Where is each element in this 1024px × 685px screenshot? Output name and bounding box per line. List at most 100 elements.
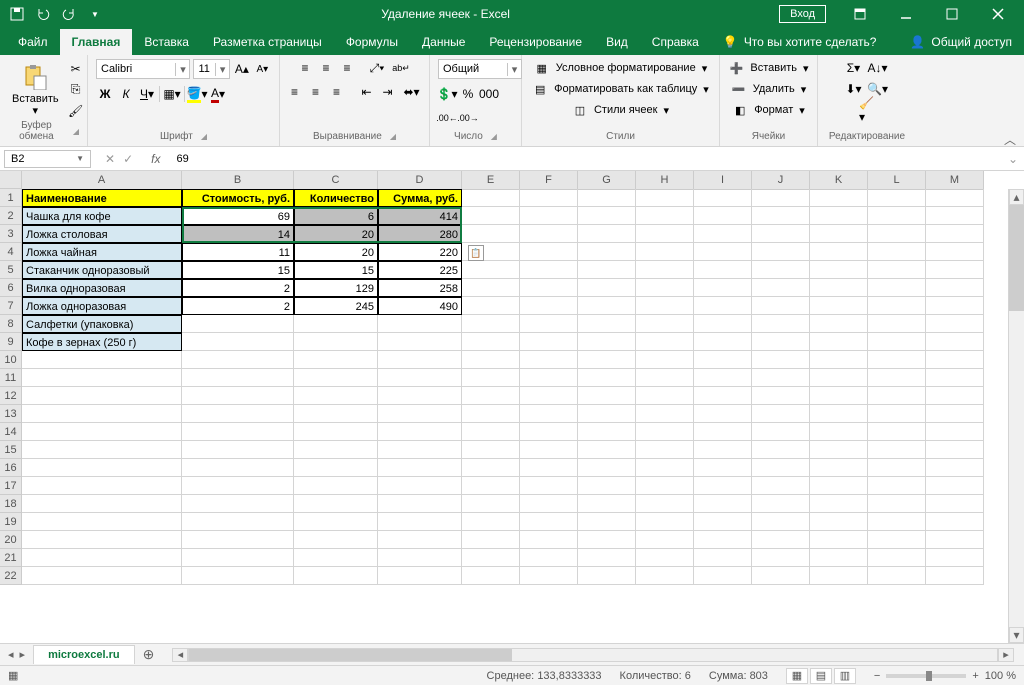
cell-K1[interactable] (810, 189, 868, 207)
cell-E17[interactable] (462, 477, 520, 495)
cell-D15[interactable] (378, 441, 462, 459)
cell-J15[interactable] (752, 441, 810, 459)
scroll-left-icon[interactable]: ◂ (172, 648, 188, 662)
align-middle-icon[interactable]: ≡ (317, 59, 335, 77)
cell-E18[interactable] (462, 495, 520, 513)
cell-G8[interactable] (578, 315, 636, 333)
column-header-F[interactable]: F (520, 171, 578, 190)
cell-M1[interactable] (926, 189, 984, 207)
cell-D11[interactable] (378, 369, 462, 387)
tab-data[interactable]: Данные (410, 29, 477, 55)
cell-D22[interactable] (378, 567, 462, 585)
cell-J11[interactable] (752, 369, 810, 387)
cell-M17[interactable] (926, 477, 984, 495)
cell-B11[interactable] (182, 369, 294, 387)
tell-me[interactable]: 💡Что вы хотите сделать? (711, 29, 889, 55)
cell-M14[interactable] (926, 423, 984, 441)
cell-M22[interactable] (926, 567, 984, 585)
view-page-icon[interactable]: ▤ (810, 668, 832, 684)
scroll-up-icon[interactable]: ▴ (1009, 189, 1024, 205)
cell-F19[interactable] (520, 513, 578, 531)
font-launcher-icon[interactable]: ◢ (201, 132, 207, 141)
row-header-3[interactable]: 3 (0, 225, 22, 243)
cell-I19[interactable] (694, 513, 752, 531)
cell-A18[interactable] (22, 495, 182, 513)
cell-B22[interactable] (182, 567, 294, 585)
cell-C21[interactable] (294, 549, 378, 567)
cell-K6[interactable] (810, 279, 868, 297)
cell-B8[interactable] (182, 315, 294, 333)
row-header-16[interactable]: 16 (0, 459, 22, 477)
cell-I6[interactable] (694, 279, 752, 297)
cell-J8[interactable] (752, 315, 810, 333)
cell-G9[interactable] (578, 333, 636, 351)
spreadsheet-grid[interactable]: ABCDEFGHIJKLM123456789101112131415161718… (0, 171, 1024, 643)
row-header-13[interactable]: 13 (0, 405, 22, 423)
cell-E13[interactable] (462, 405, 520, 423)
cell-H5[interactable] (636, 261, 694, 279)
cell-C11[interactable] (294, 369, 378, 387)
cell-F14[interactable] (520, 423, 578, 441)
cell-D7[interactable]: 490 (378, 297, 462, 315)
cell-K17[interactable] (810, 477, 868, 495)
sort-filter-icon[interactable]: A↓▾ (866, 59, 890, 77)
cell-A4[interactable]: Ложка чайная (22, 243, 182, 261)
zoom-in-icon[interactable]: + (972, 670, 978, 682)
cell-D4[interactable]: 220 (378, 243, 462, 261)
tab-help[interactable]: Справка (640, 29, 711, 55)
cell-M4[interactable] (926, 243, 984, 261)
expand-formula-icon[interactable]: ⌄ (1002, 152, 1024, 166)
cell-L17[interactable] (868, 477, 926, 495)
cell-C16[interactable] (294, 459, 378, 477)
cell-E6[interactable] (462, 279, 520, 297)
cell-F21[interactable] (520, 549, 578, 567)
zoom-value[interactable]: 100 % (985, 670, 1016, 682)
delete-cells-button[interactable]: ➖Удалить ▾ (731, 80, 807, 98)
cell-M21[interactable] (926, 549, 984, 567)
cell-K9[interactable] (810, 333, 868, 351)
cell-I14[interactable] (694, 423, 752, 441)
cell-E2[interactable] (462, 207, 520, 225)
cell-E7[interactable] (462, 297, 520, 315)
cell-E16[interactable] (462, 459, 520, 477)
align-bottom-icon[interactable]: ≡ (338, 59, 356, 77)
row-header-15[interactable]: 15 (0, 441, 22, 459)
cell-J14[interactable] (752, 423, 810, 441)
cell-L12[interactable] (868, 387, 926, 405)
column-header-M[interactable]: M (926, 171, 984, 190)
row-header-12[interactable]: 12 (0, 387, 22, 405)
cell-I22[interactable] (694, 567, 752, 585)
cell-B7[interactable]: 2 (182, 297, 294, 315)
format-cells-button[interactable]: ◧Формат ▾ (732, 101, 805, 119)
header-cell-B1[interactable]: Стоимость, руб. (182, 189, 294, 207)
cell-B5[interactable]: 15 (182, 261, 294, 279)
cell-B6[interactable]: 2 (182, 279, 294, 297)
cell-E3[interactable] (462, 225, 520, 243)
cell-styles-button[interactable]: ◫Стили ячеек ▾ (572, 101, 669, 119)
cell-M15[interactable] (926, 441, 984, 459)
cell-F16[interactable] (520, 459, 578, 477)
row-header-7[interactable]: 7 (0, 297, 22, 315)
conditional-format-button[interactable]: ▦Условное форматирование ▾ (534, 59, 707, 77)
cell-B17[interactable] (182, 477, 294, 495)
cell-D2[interactable]: 414 (378, 207, 462, 225)
cell-K20[interactable] (810, 531, 868, 549)
cell-B14[interactable] (182, 423, 294, 441)
column-header-H[interactable]: H (636, 171, 694, 190)
view-break-icon[interactable]: ▥ (834, 668, 856, 684)
cell-E14[interactable] (462, 423, 520, 441)
row-header-18[interactable]: 18 (0, 495, 22, 513)
cell-A15[interactable] (22, 441, 182, 459)
cell-I9[interactable] (694, 333, 752, 351)
cell-F9[interactable] (520, 333, 578, 351)
cell-D3[interactable]: 280 (378, 225, 462, 243)
cell-G12[interactable] (578, 387, 636, 405)
cell-M11[interactable] (926, 369, 984, 387)
cell-D6[interactable]: 258 (378, 279, 462, 297)
cell-G17[interactable] (578, 477, 636, 495)
cell-C18[interactable] (294, 495, 378, 513)
font-color-icon[interactable]: A▾ (209, 85, 227, 103)
cell-C17[interactable] (294, 477, 378, 495)
column-header-K[interactable]: K (810, 171, 868, 190)
insert-cells-button[interactable]: ➕Вставить ▾ (728, 59, 808, 77)
